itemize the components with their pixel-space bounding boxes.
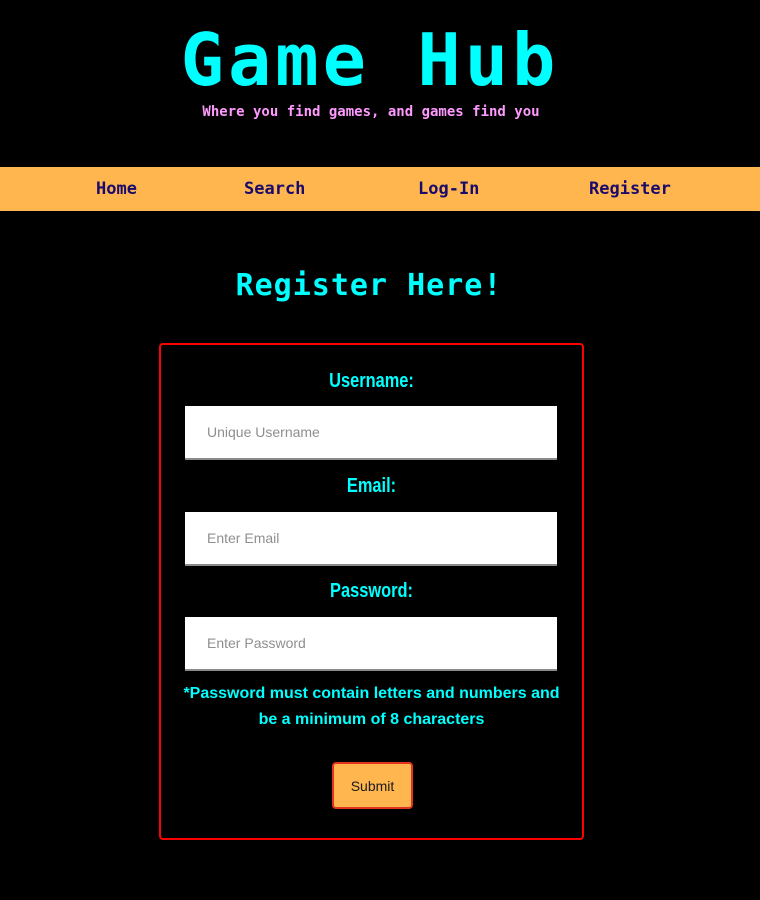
main-navigation: Home Search Log-In Register	[0, 167, 760, 211]
nav-link-home[interactable]: Home	[96, 167, 137, 211]
email-label: Email:	[346, 475, 397, 497]
nav-link-register[interactable]: Register	[589, 167, 671, 211]
password-requirements-note: *Password must contain letters and numbe…	[183, 685, 560, 728]
page-heading: Register Here!	[235, 268, 503, 303]
password-input[interactable]	[185, 617, 557, 671]
registration-form: Username: Email: Password: *Password mus…	[159, 343, 584, 840]
site-tagline: Where you find games, and games find you	[202, 104, 540, 120]
username-input[interactable]	[185, 406, 557, 460]
nav-link-search[interactable]: Search	[244, 167, 305, 211]
nav-link-login[interactable]: Log-In	[418, 167, 479, 211]
submit-button[interactable]: Submit	[332, 762, 413, 809]
email-input[interactable]	[185, 512, 557, 566]
site-header: Game Hub Where you find games, and games…	[0, 0, 760, 167]
site-title: Game Hub	[180, 18, 560, 102]
username-label: Username:	[329, 370, 414, 392]
password-label: Password:	[330, 580, 413, 602]
